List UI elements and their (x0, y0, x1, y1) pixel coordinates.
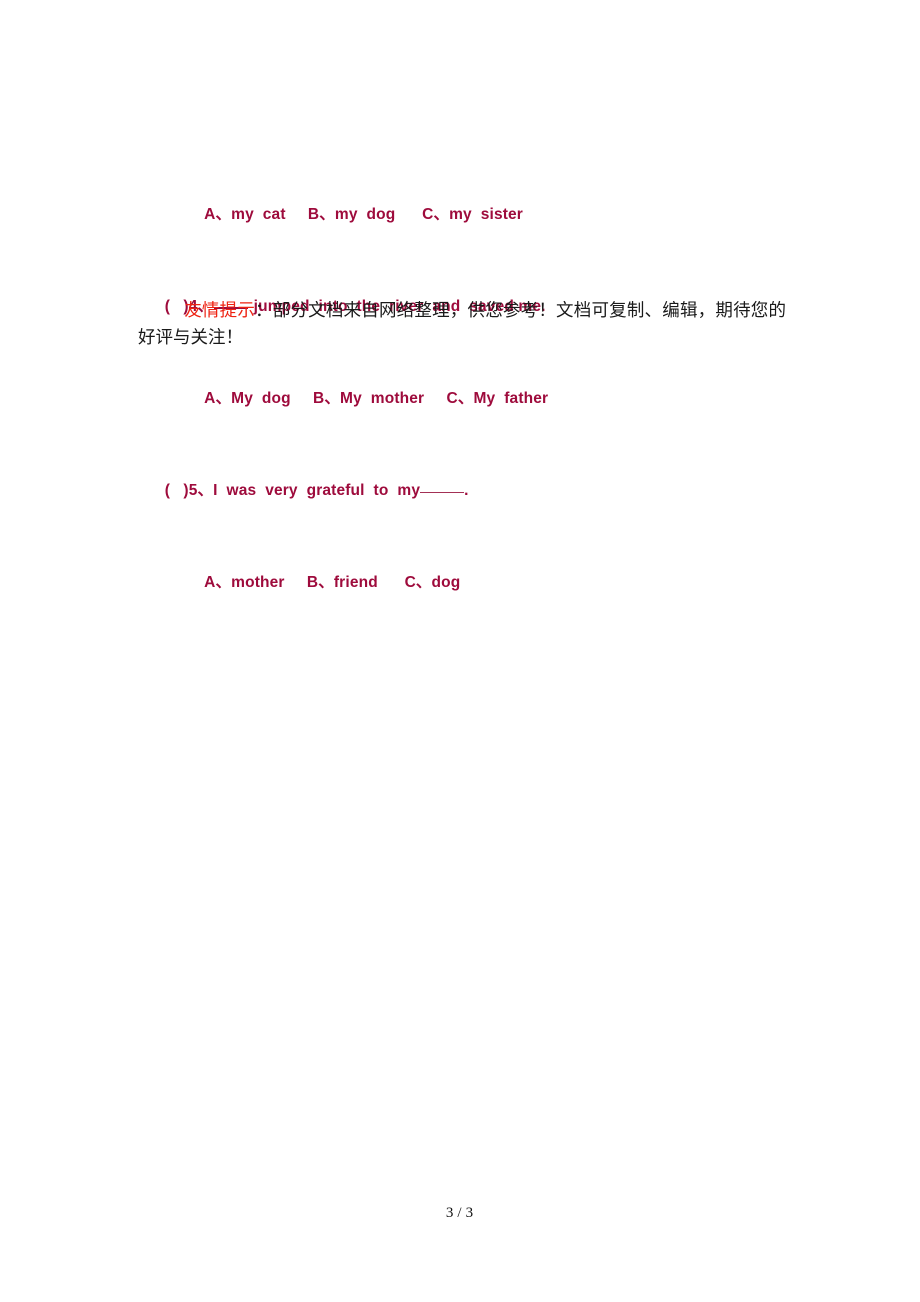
quiz-line-q3-options: A、my cat B、my dog C、my sister (138, 180, 838, 223)
quiz-line-q5-options: A、mother B、friend C、dog (138, 548, 838, 591)
document-page: A、my cat B、my dog C、my sister ( )4、 jump… (0, 0, 920, 1302)
q5-stem-suffix: . (464, 482, 469, 499)
quiz-line-q4-stem: ( )4、 jumped into the river and saved me… (138, 272, 838, 315)
friendly-note: 友情提示：部分文档来自网络整理，供您参考！文档可复制、编辑，期待您的好评与关注！ (138, 297, 786, 351)
quiz-question-block: A、my cat B、my dog C、my sister ( )4、 jump… (138, 111, 838, 640)
quiz-line-q4-options: A、My dog B、My mother C、My father (138, 364, 838, 407)
q5-options-text: A、mother B、friend C、dog (204, 574, 461, 591)
q5-answer-blank[interactable] (420, 492, 465, 493)
q5-stem-prefix: ( )5、I was very grateful to my (164, 482, 421, 499)
current-page-number: 3 (445, 1205, 455, 1221)
quiz-line-q5-stem: ( )5、I was very grateful to my. (138, 456, 838, 499)
q4-options-text: A、My dog B、My mother C、My father (204, 390, 549, 407)
total-page-number: 3 (465, 1205, 475, 1221)
q3-options-text: A、my cat B、my dog C、my sister (204, 206, 523, 223)
page-number-footer: 3/3 (0, 1205, 920, 1222)
note-highlight-label: 友情提示 (184, 300, 256, 320)
page-number-separator: / (457, 1205, 463, 1221)
